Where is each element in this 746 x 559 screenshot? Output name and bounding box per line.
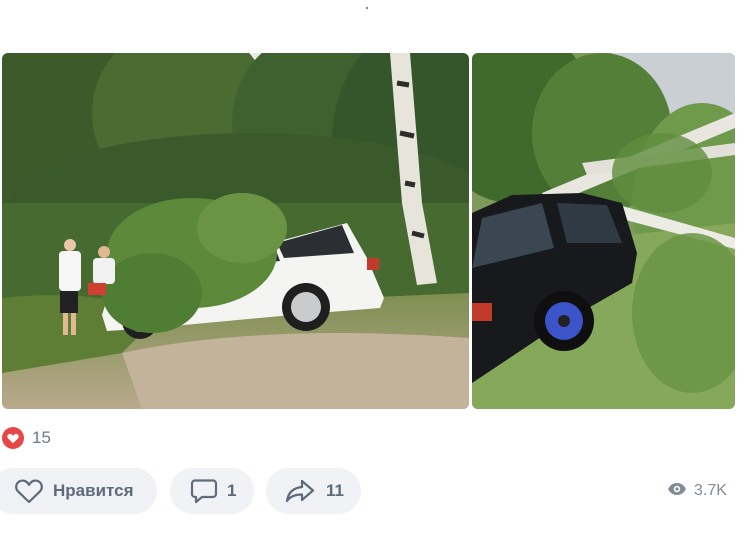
likes-summary[interactable]: 15 xyxy=(2,426,51,450)
share-button[interactable]: 11 xyxy=(266,468,361,514)
post-photo-2[interactable] xyxy=(472,53,735,409)
like-button[interactable]: Нравится xyxy=(0,468,157,514)
eye-icon xyxy=(667,482,687,501)
shares-count: 11 xyxy=(326,481,344,500)
top-mark xyxy=(366,7,368,9)
views-counter: 3.7K xyxy=(667,480,727,502)
likes-count: 15 xyxy=(32,428,51,447)
views-count: 3.7K xyxy=(694,482,727,499)
heart-outline-icon xyxy=(14,478,44,504)
share-icon xyxy=(285,478,315,504)
comment-button[interactable]: 1 xyxy=(170,468,254,514)
comment-icon xyxy=(190,478,218,504)
heart-icon xyxy=(2,427,24,449)
comments-count: 1 xyxy=(227,481,237,500)
post-photo-1[interactable] xyxy=(2,53,469,409)
like-label: Нравится xyxy=(53,481,134,500)
